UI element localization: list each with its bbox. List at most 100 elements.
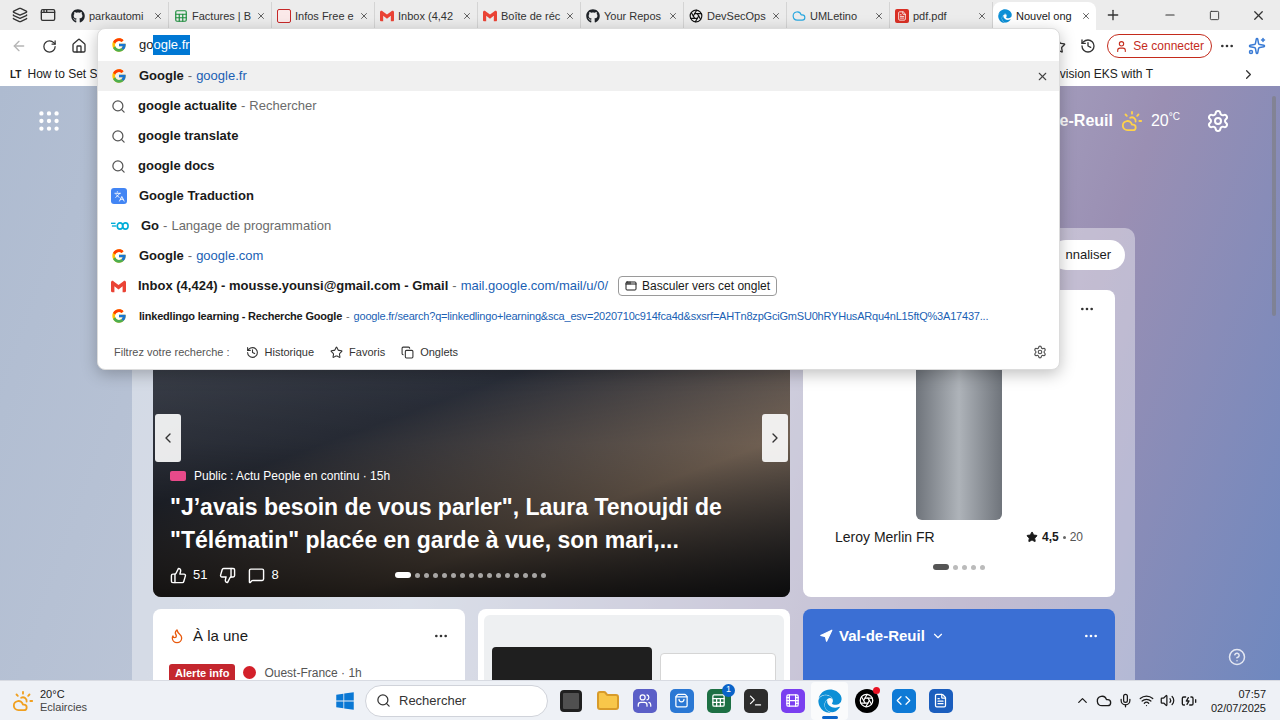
back-icon[interactable] (11, 38, 27, 54)
new-tab-icon[interactable] (1105, 7, 1121, 23)
sign-in-button[interactable]: Se connecter (1107, 34, 1212, 58)
suggestion-row[interactable]: Go-Langage de programmation (98, 211, 1059, 241)
carousel-dot[interactable] (505, 573, 510, 578)
taskbar-app[interactable] (848, 682, 885, 720)
carousel-dot[interactable] (962, 565, 967, 570)
filter-button[interactable]: Historique (246, 344, 315, 361)
close-tab-icon[interactable] (153, 11, 163, 21)
minimize-icon[interactable] (1163, 8, 1177, 22)
wifi-icon[interactable] (1139, 693, 1154, 708)
carousel-dot[interactable] (451, 573, 456, 578)
maximize-icon[interactable] (1209, 10, 1220, 21)
taskbar-app[interactable]: 1 (700, 682, 737, 720)
start-icon[interactable] (335, 691, 355, 711)
more-icon[interactable] (1079, 301, 1095, 317)
remove-suggestion-icon[interactable] (1036, 70, 1049, 83)
more-favorites-icon[interactable] (1241, 67, 1256, 82)
refresh-icon[interactable] (42, 39, 57, 54)
taskbar-search[interactable]: Rechercher (365, 685, 548, 717)
suggestion-row[interactable]: Google-google.fr (98, 61, 1059, 91)
tab[interactable]: Infos Free e (272, 2, 375, 30)
taskbar-app[interactable] (811, 682, 848, 720)
taskbar-app[interactable] (552, 682, 589, 720)
carousel-dot[interactable] (523, 573, 528, 578)
suggestion-row[interactable]: google translate (98, 121, 1059, 151)
clock[interactable]: 07:5702/07/2025 (1211, 687, 1266, 715)
close-tab-icon[interactable] (359, 11, 369, 21)
carousel-dot[interactable] (487, 573, 492, 578)
tab[interactable]: UMLetino (787, 2, 890, 30)
carousel-dot[interactable] (433, 573, 438, 578)
carousel-dot[interactable] (395, 572, 411, 578)
close-tab-icon[interactable] (256, 11, 266, 21)
weather-card[interactable]: Val-de-Reuil (803, 609, 1115, 680)
carousel-dot[interactable] (460, 573, 465, 578)
next-button[interactable] (762, 414, 788, 462)
favorite-item[interactable]: LTHow to Set Stat (10, 65, 111, 83)
carousel-dot[interactable] (933, 564, 949, 570)
carousel-dot[interactable] (971, 565, 976, 570)
taskbar-app[interactable] (589, 682, 626, 720)
tab-actions-icon[interactable] (40, 7, 56, 23)
more-icon[interactable] (1083, 628, 1099, 644)
carousel-dot[interactable] (953, 565, 958, 570)
carousel-dot[interactable] (442, 573, 447, 578)
tab[interactable]: pdf.pdf (890, 2, 993, 30)
tab[interactable]: Your Repos (581, 2, 684, 30)
close-tab-icon[interactable] (462, 11, 472, 21)
settings-icon[interactable] (1033, 345, 1047, 359)
taskbar-app[interactable] (737, 682, 774, 720)
image-card[interactable] (478, 609, 790, 680)
switch-tab-button[interactable]: Basculer vers cet onglet (618, 276, 777, 296)
suggestion-row[interactable]: Google Traduction (98, 181, 1059, 211)
scrollbar[interactable] (1272, 96, 1276, 316)
tab[interactable]: Factures | B (169, 2, 272, 30)
tab[interactable]: Boîte de réc (478, 2, 581, 30)
suggestion-row[interactable]: linkedlingo learning - Recherche Google-… (98, 301, 1059, 331)
previous-button[interactable] (155, 414, 181, 462)
close-tab-icon[interactable] (1081, 11, 1091, 21)
close-tab-icon[interactable] (565, 11, 575, 21)
suggestion-row[interactable]: google actualite-Rechercher (98, 91, 1059, 121)
tab[interactable]: parkautomi (66, 2, 169, 30)
suggestion-row[interactable]: Google-google.com (98, 241, 1059, 271)
carousel-dot[interactable] (415, 573, 420, 578)
carousel-dot[interactable] (532, 573, 537, 578)
weather-widget[interactable]: 20°CEclaircies (0, 688, 327, 714)
more-icon[interactable] (1219, 38, 1235, 54)
taskbar-app[interactable] (626, 682, 663, 720)
volume-icon[interactable] (1160, 693, 1175, 708)
carousel-dot[interactable] (496, 573, 501, 578)
more-icon[interactable] (433, 628, 449, 644)
carousel-dot[interactable] (478, 573, 483, 578)
battery-icon[interactable] (1181, 693, 1197, 709)
apps-icon[interactable] (36, 108, 62, 134)
dislike-icon[interactable] (219, 567, 236, 584)
chevron-down-icon[interactable] (931, 629, 945, 643)
close-tab-icon[interactable] (977, 11, 987, 21)
onedrive-icon[interactable] (1096, 693, 1112, 709)
suggestion-row[interactable]: google docs (98, 151, 1059, 181)
taskbar-app[interactable] (663, 682, 700, 720)
news-headline[interactable]: "J’avais besoin de vous parler", Laura T… (170, 491, 773, 557)
microphone-icon[interactable] (1118, 693, 1133, 708)
taskbar-app[interactable] (885, 682, 922, 720)
suggestion-row[interactable]: Inbox (4,424) - mousse.younsi@gmail.com … (98, 271, 1059, 301)
home-icon[interactable] (71, 38, 87, 54)
carousel-dot[interactable] (541, 573, 546, 578)
close-window-icon[interactable] (1251, 8, 1266, 23)
history-icon[interactable] (1080, 38, 1096, 54)
settings-icon[interactable] (1206, 109, 1230, 133)
close-tab-icon[interactable] (771, 11, 781, 21)
carousel-dot[interactable] (469, 573, 474, 578)
tab[interactable]: Inbox (4,42 (375, 2, 478, 30)
copilot-icon[interactable] (1248, 37, 1266, 55)
close-tab-icon[interactable] (874, 11, 884, 21)
tab[interactable]: DevSecOps (684, 2, 787, 30)
filter-button[interactable]: Favoris (330, 344, 385, 361)
filter-button[interactable]: Onglets (401, 344, 458, 361)
taskbar-app[interactable] (774, 682, 811, 720)
close-tab-icon[interactable] (668, 11, 678, 21)
workspaces-icon[interactable] (12, 7, 28, 23)
address-field[interactable]: google.fr (98, 29, 1059, 61)
